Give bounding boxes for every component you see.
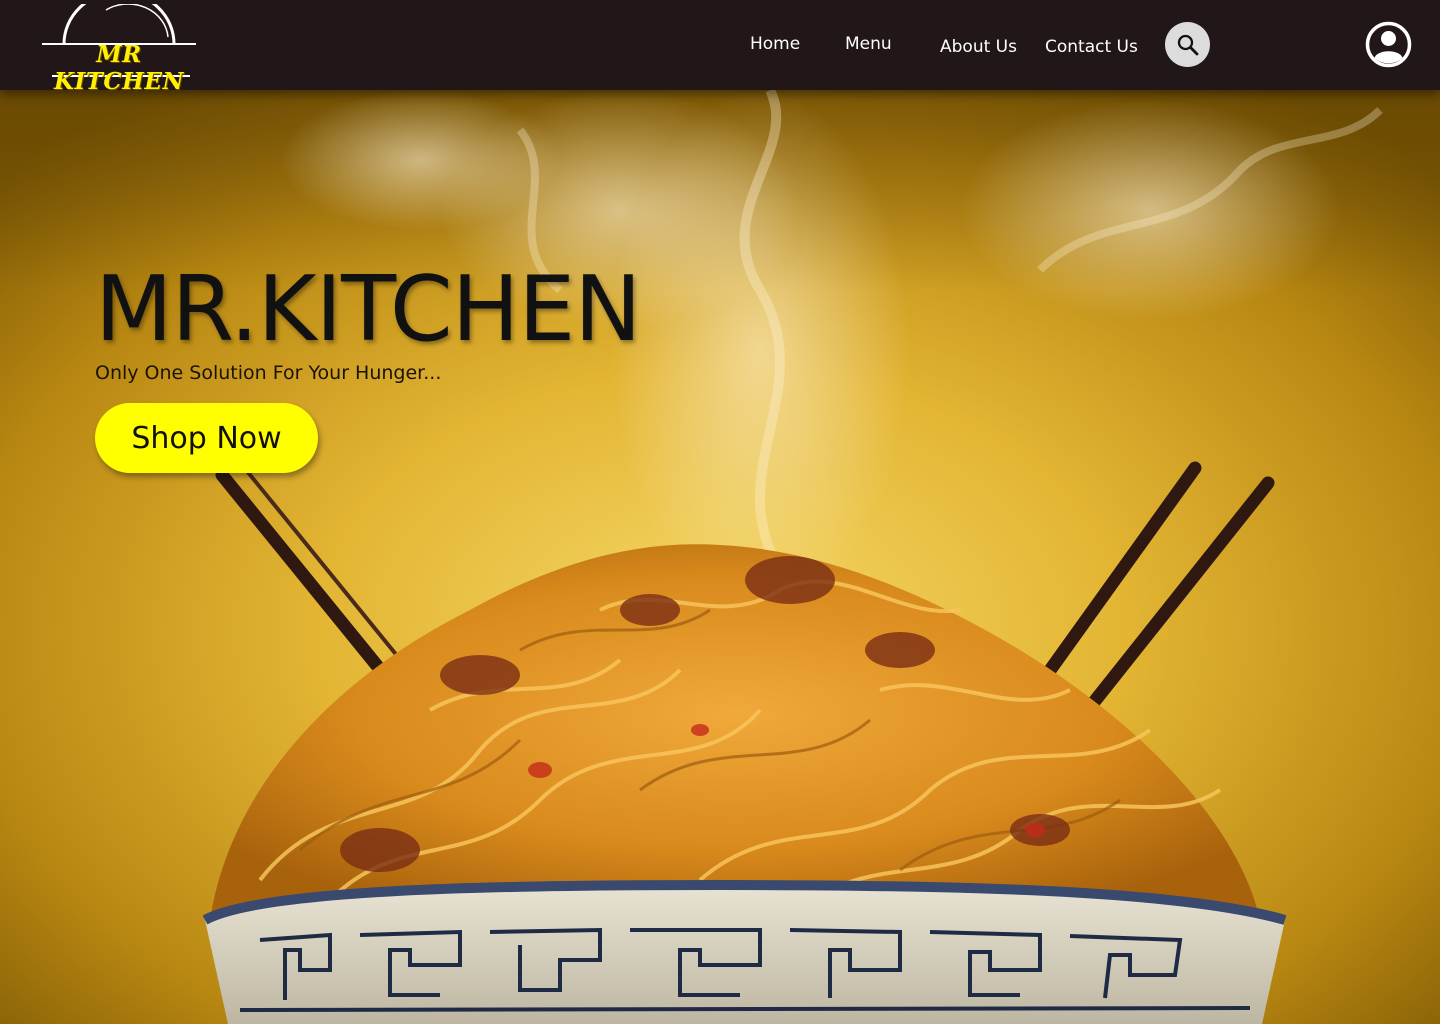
nav-home[interactable]: Home — [750, 34, 800, 54]
shop-now-button[interactable]: Shop Now — [95, 403, 318, 473]
hero-title: MR.KITCHEN — [95, 257, 642, 362]
profile-button[interactable] — [1365, 21, 1412, 68]
navbar: MR KITCHEN Home Menu About Us Contact Us — [0, 0, 1440, 95]
logo-text: MR KITCHEN — [54, 41, 184, 95]
hero-section: MR.KITCHEN Only One Solution For Your Hu… — [0, 90, 1440, 1024]
nav-contact-us[interactable]: Contact Us — [1045, 37, 1138, 57]
brand-logo[interactable]: MR KITCHEN — [34, 4, 204, 95]
search-icon — [1177, 34, 1198, 55]
nav-menu[interactable]: Menu — [845, 34, 892, 54]
search-button[interactable] — [1165, 22, 1210, 67]
hero-tagline: Only One Solution For Your Hunger... — [95, 362, 442, 384]
noodle-bowl-image — [0, 90, 1440, 1024]
user-circle-icon — [1365, 21, 1412, 68]
nav-about-us[interactable]: About Us — [940, 37, 1017, 57]
